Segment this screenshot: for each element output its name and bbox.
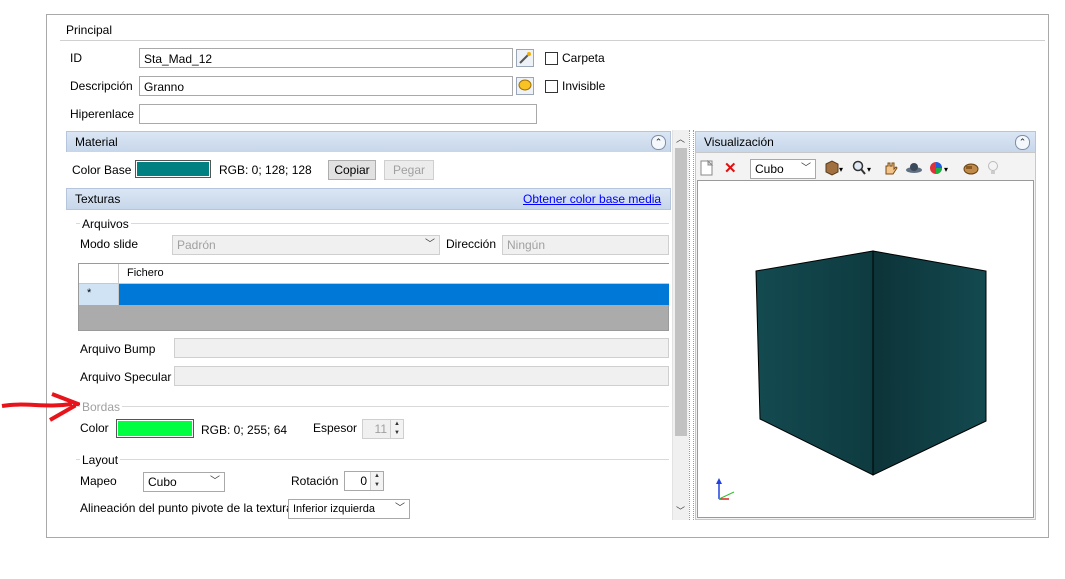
texturas-title: Texturas xyxy=(75,192,121,206)
pivote-dropdown[interactable]: Inferior izquierda ﹀ xyxy=(288,499,410,519)
paste-button[interactable]: Pegar xyxy=(384,160,434,180)
specular-label: Arquivo Specular xyxy=(80,370,172,384)
id-input[interactable]: Sta_Mad_12 xyxy=(139,48,513,68)
visualizacion-header[interactable]: Visualización ⌃ xyxy=(695,131,1036,153)
zoom-icon[interactable]: ▾ xyxy=(852,160,874,178)
espesor-label: Espesor xyxy=(313,421,358,435)
descripcion-input[interactable]: Granno xyxy=(139,76,513,96)
red-arrow-icon xyxy=(1,392,83,422)
bump-label: Arquivo Bump xyxy=(80,342,156,356)
obtener-color-link[interactable]: Obtener color base media xyxy=(523,192,661,206)
carpeta-checkbox[interactable] xyxy=(545,52,558,65)
bump-input[interactable] xyxy=(174,338,669,358)
new-row-marker: * xyxy=(87,287,92,299)
svg-text:▾: ▾ xyxy=(839,165,843,174)
rotacion-spinner[interactable]: 0 ▲ ▼ xyxy=(344,471,384,491)
copy-button[interactable]: Copiar xyxy=(328,160,376,180)
viewport-3d[interactable] xyxy=(697,180,1034,518)
shape-dropdown[interactable]: Cubo ﹀ xyxy=(750,159,816,179)
visualizacion-title: Visualización xyxy=(704,135,774,149)
mapeo-label: Mapeo xyxy=(80,474,117,488)
axis-gizmo-icon xyxy=(716,478,735,500)
grid-column-header[interactable]: Fichero xyxy=(119,264,669,284)
form-scrollbar[interactable]: ︿ ﹀ xyxy=(672,130,689,520)
chevron-down-icon: ﹀ xyxy=(210,476,220,487)
bordas-rgb: RGB: 0; 255; 64 xyxy=(201,423,288,437)
cube-view-icon[interactable]: ▾ xyxy=(824,160,846,178)
pivote-value: Inferior izquierda xyxy=(293,503,375,515)
rotate-view-icon[interactable] xyxy=(905,160,923,178)
hiperenlace-label: Hiperenlace xyxy=(70,107,135,121)
svg-text:▾: ▾ xyxy=(867,165,871,174)
chevron-down-icon: ﹀ xyxy=(425,239,435,250)
bordas-color-label: Color xyxy=(80,421,109,435)
layout-group-line xyxy=(76,459,669,460)
carpeta-label: Carpeta xyxy=(562,51,605,65)
color-base-rgb: RGB: 0; 128; 128 xyxy=(219,163,312,177)
grid-row-header[interactable]: * xyxy=(79,284,119,305)
modo-slide-label: Modo slide xyxy=(80,237,139,251)
id-label: ID xyxy=(70,51,82,65)
delete-icon[interactable]: ✕ xyxy=(724,160,737,178)
speech-bubble-icon xyxy=(518,79,532,91)
modo-slide-value: Padrón xyxy=(177,238,216,252)
rotacion-value: 0 xyxy=(360,474,367,488)
scroll-thumb[interactable] xyxy=(675,148,687,436)
scroll-up-icon[interactable]: ︿ xyxy=(676,132,685,145)
material-collapse-icon[interactable]: ⌃ xyxy=(651,135,666,150)
id-generate-button[interactable] xyxy=(516,49,534,67)
arquivos-group-line xyxy=(76,223,669,224)
shape-value: Cubo xyxy=(755,162,784,176)
new-document-icon[interactable] xyxy=(700,159,714,178)
material-title: Material xyxy=(75,135,118,149)
material-header[interactable]: Material ⌃ xyxy=(66,131,671,153)
descripcion-label: Descripción xyxy=(70,79,133,93)
descripcion-translate-button[interactable] xyxy=(516,77,534,95)
pan-hand-icon[interactable] xyxy=(882,160,900,178)
light-bulb-icon[interactable] xyxy=(986,160,1000,178)
grid-corner-header xyxy=(79,264,119,284)
mapeo-value: Cubo xyxy=(148,475,177,489)
direccion-dropdown[interactable]: Ningún xyxy=(502,235,669,255)
spinner-arrows-icon[interactable]: ▲ ▼ xyxy=(370,472,383,490)
chevron-down-icon: ﹀ xyxy=(801,163,811,174)
color-base-swatch[interactable] xyxy=(135,160,211,178)
invisible-label: Invisible xyxy=(562,79,606,93)
cube-preview xyxy=(716,250,987,500)
direccion-value: Ningún xyxy=(507,238,546,252)
espesor-value: 11 xyxy=(374,422,387,436)
layout-label: Layout xyxy=(80,453,121,467)
grid-new-row-cell[interactable] xyxy=(119,284,669,305)
hiperenlace-input[interactable] xyxy=(139,104,537,124)
color-palette-icon[interactable]: ▾ xyxy=(929,160,951,178)
fichero-column-label: Fichero xyxy=(127,267,164,279)
scroll-down-icon[interactable]: ﹀ xyxy=(676,504,685,517)
espesor-spinner[interactable]: 11 ▲ ▼ xyxy=(362,419,404,439)
modo-slide-dropdown[interactable]: Padrón ﹀ xyxy=(172,235,440,255)
material-hand-icon[interactable] xyxy=(962,160,980,178)
panel-splitter[interactable] xyxy=(689,130,694,520)
wand-icon xyxy=(519,52,531,64)
direccion-label: Dirección xyxy=(446,237,497,251)
visualizacion-collapse-icon[interactable]: ⌃ xyxy=(1015,135,1030,150)
bordas-color-swatch[interactable] xyxy=(116,419,194,438)
svg-text:▾: ▾ xyxy=(944,165,948,174)
bordas-label: Bordas xyxy=(80,400,123,414)
spinner-arrows-icon[interactable]: ▲ ▼ xyxy=(390,420,403,438)
mapeo-dropdown[interactable]: Cubo ﹀ xyxy=(143,472,225,492)
rotacion-label: Rotación xyxy=(291,474,339,488)
bordas-group-line xyxy=(76,406,669,407)
principal-header: Principal xyxy=(60,20,1045,41)
arquivos-label: Arquivos xyxy=(80,217,131,231)
chevron-down-icon: ﹀ xyxy=(395,503,405,514)
invisible-checkbox[interactable] xyxy=(545,80,558,93)
texturas-header[interactable]: Texturas Obtener color base media xyxy=(66,188,671,210)
principal-title: Principal xyxy=(66,23,113,37)
color-base-label: Color Base xyxy=(72,163,132,177)
specular-input[interactable] xyxy=(174,366,669,386)
pivote-label: Alineación del punto pivote de la textur… xyxy=(80,501,293,515)
